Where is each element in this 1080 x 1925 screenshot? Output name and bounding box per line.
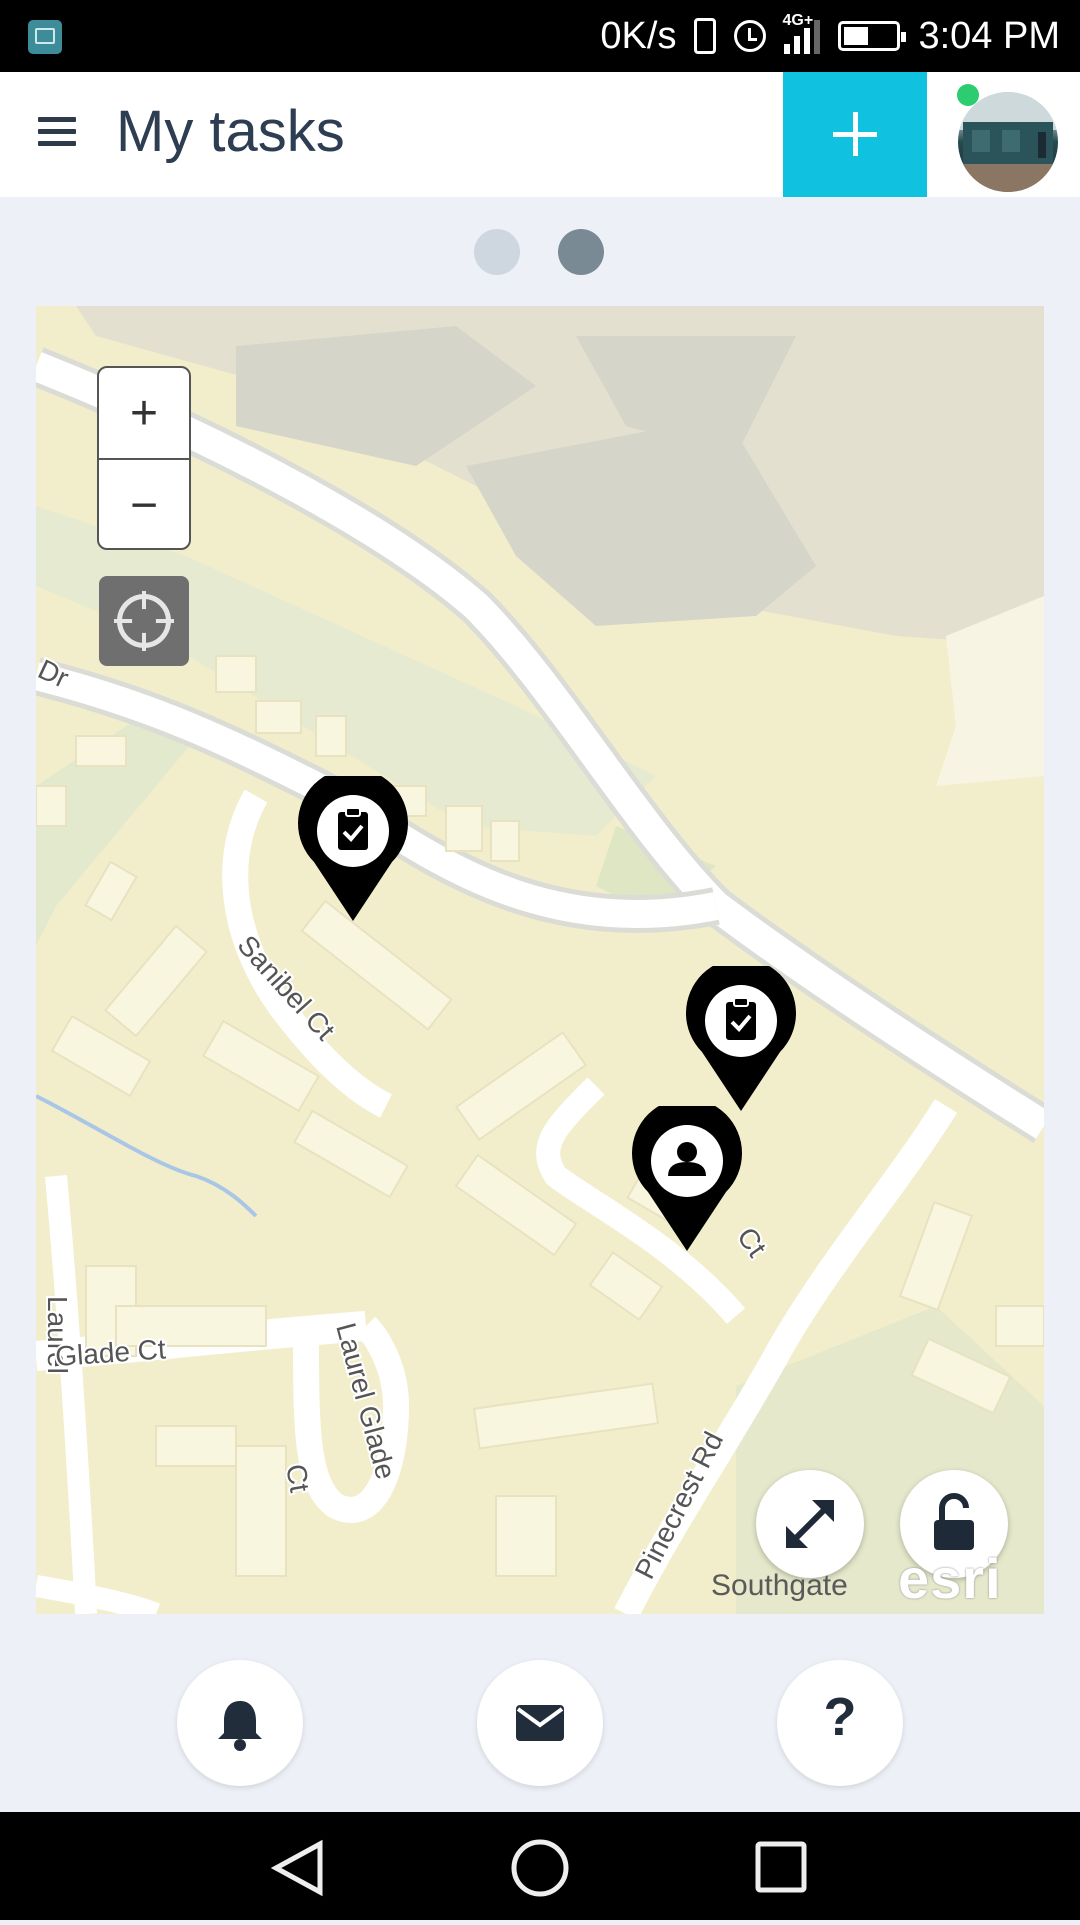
envelope-icon <box>516 1705 564 1741</box>
street-label-ct-2: Ct <box>280 1462 315 1495</box>
status-icons: 0K/s 4G+ 3:04 PM <box>600 0 1060 72</box>
system-nav-bar <box>0 1812 1080 1920</box>
back-icon <box>270 1839 323 1897</box>
clock: 3:04 PM <box>918 14 1060 57</box>
clipboard-check-icon <box>338 807 368 850</box>
person-marker[interactable] <box>632 1106 742 1256</box>
status-bar: 0K/s 4G+ 3:04 PM <box>0 0 1080 72</box>
recents-icon <box>755 1841 807 1893</box>
map-attribution: Southgate <box>711 1569 848 1602</box>
pager-dot-1[interactable] <box>474 229 520 275</box>
alarm-icon <box>734 20 767 52</box>
clipboard-check-icon <box>726 997 756 1040</box>
map-view[interactable]: Dr Sanibel Ct Ct Laurel Glade Ct Laurel … <box>36 306 1044 1614</box>
signal-type: 4G+ <box>782 12 814 29</box>
task-marker-1[interactable] <box>298 776 408 926</box>
zoom-out-button[interactable]: − <box>99 460 189 550</box>
zoom-in-button[interactable]: + <box>99 368 189 460</box>
task-marker-2[interactable] <box>686 966 796 1116</box>
page-title: My tasks <box>116 99 345 164</box>
pager-dot-2-active[interactable] <box>558 229 604 275</box>
esri-logo: esri <box>898 1547 1002 1610</box>
street-label-pinecrest-rd: Pinecrest Rd <box>629 1427 729 1584</box>
locate-me-button[interactable] <box>99 576 189 666</box>
expand-map-button[interactable] <box>756 1470 864 1578</box>
home-icon <box>511 1839 569 1897</box>
notifications-button[interactable] <box>177 1660 303 1786</box>
messages-button[interactable] <box>477 1660 603 1786</box>
vibrate-icon <box>694 18 717 54</box>
gallery-notification-icon <box>28 20 62 54</box>
network-speed: 0K/s <box>600 14 677 57</box>
app-bar: My tasks <box>0 72 1080 197</box>
help-button[interactable]: ? <box>777 1660 903 1786</box>
expand-icon <box>786 1500 834 1548</box>
add-task-button[interactable] <box>783 72 927 197</box>
zoom-control: + − <box>97 366 191 550</box>
bell-icon <box>218 1701 262 1751</box>
battery-icon <box>838 21 907 51</box>
help-icon: ? <box>823 1687 857 1747</box>
street-label-glade-ct: Glade Ct <box>54 1333 167 1372</box>
avatar[interactable] <box>958 92 1058 192</box>
online-status-dot <box>957 84 979 106</box>
signal-icon: 4G+ <box>782 12 821 54</box>
menu-icon[interactable] <box>38 117 76 147</box>
